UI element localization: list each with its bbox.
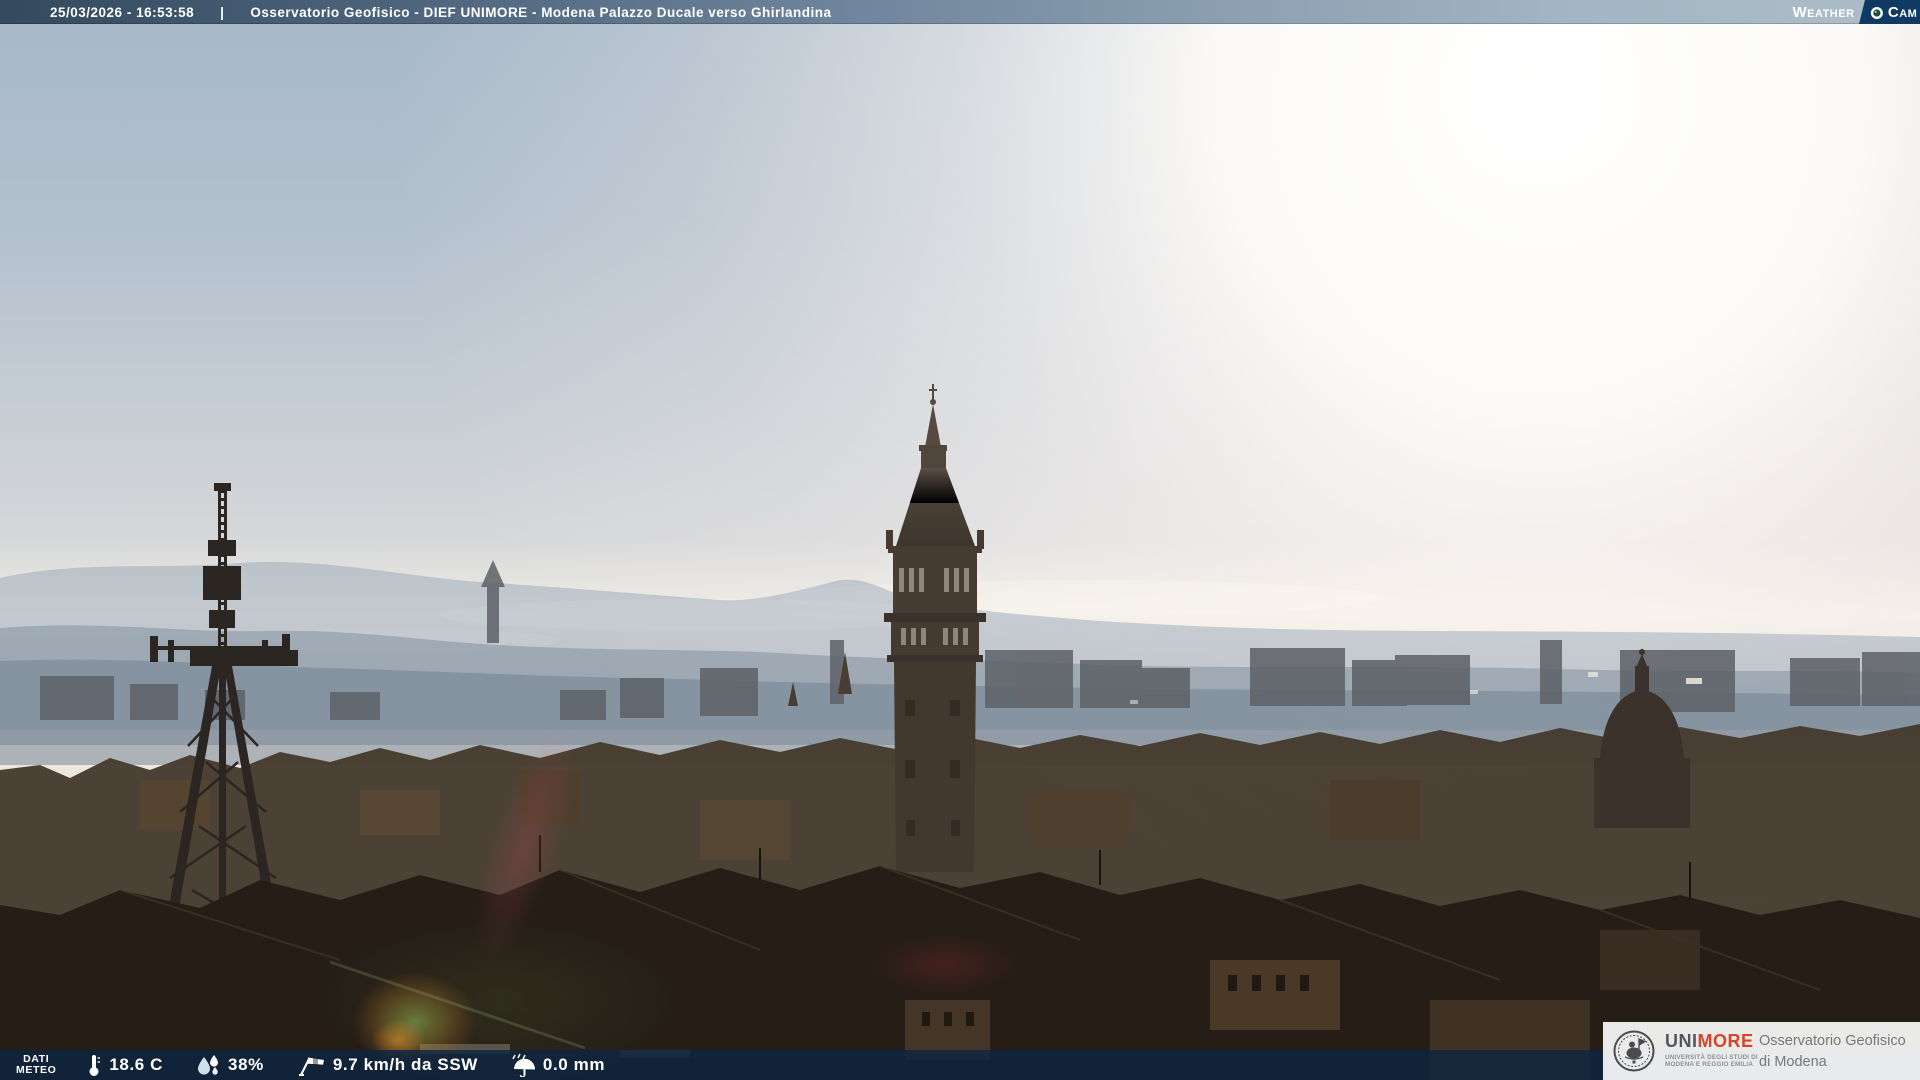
weathercam-cam-text: C AM	[1887, 3, 1917, 21]
rain-value: 0.0 mm	[542, 1055, 606, 1074]
webcam-photo	[0, 0, 1920, 1080]
datetime-text: 25/03/2026 - 16:53:58	[50, 4, 195, 20]
university-name: UNIVERSITÀ DEGLI STUDI DI MODENA E REGGI…	[1665, 1054, 1758, 1068]
weathercam-weather-text: W EATHER	[1792, 3, 1855, 21]
rain-umbrella-icon	[512, 1053, 535, 1077]
humidity-value: 38%	[228, 1055, 264, 1074]
unimore-wordmark: UNIMORE	[1665, 1031, 1754, 1051]
meteo-label: DATI METEO	[16, 1053, 57, 1076]
weathercam-logo[interactable]: W EATHER C AM	[1792, 0, 1920, 24]
header-separator: |	[220, 4, 225, 20]
wind-value: 9.7 km/h da SSW	[332, 1055, 478, 1074]
temperature-value: 18.6 C	[109, 1055, 164, 1074]
humidity-metric: 38%	[195, 1054, 264, 1076]
header-bar: 25/03/2026 - 16:53:58 | Osservatorio Geo…	[0, 0, 1920, 24]
camera-title: Osservatorio Geofisico - DIEF UNIMORE - …	[250, 4, 832, 20]
wind-metric: 9.7 km/h da SSW	[296, 1053, 478, 1077]
rain-metric: 0.0 mm	[510, 1053, 605, 1077]
camera-lens-icon	[1870, 6, 1883, 18]
webcam-frame: 25/03/2026 - 16:53:58 | Osservatorio Geo…	[0, 0, 1920, 1080]
weathercam-box: C AM	[1858, 0, 1920, 24]
unimore-seal-icon	[1613, 1030, 1655, 1072]
thermometer-icon	[89, 1055, 101, 1076]
observatory-name: Osservatorio Geofisico di Modena	[1759, 1033, 1906, 1070]
unimore-branding[interactable]: UNIMORE UNIVERSITÀ DEGLI STUDI DI MODENA…	[1603, 1022, 1920, 1080]
temperature-metric: 18.6 C	[86, 1053, 163, 1077]
windsock-icon	[298, 1057, 324, 1076]
humidity-drops-icon	[198, 1055, 219, 1075]
